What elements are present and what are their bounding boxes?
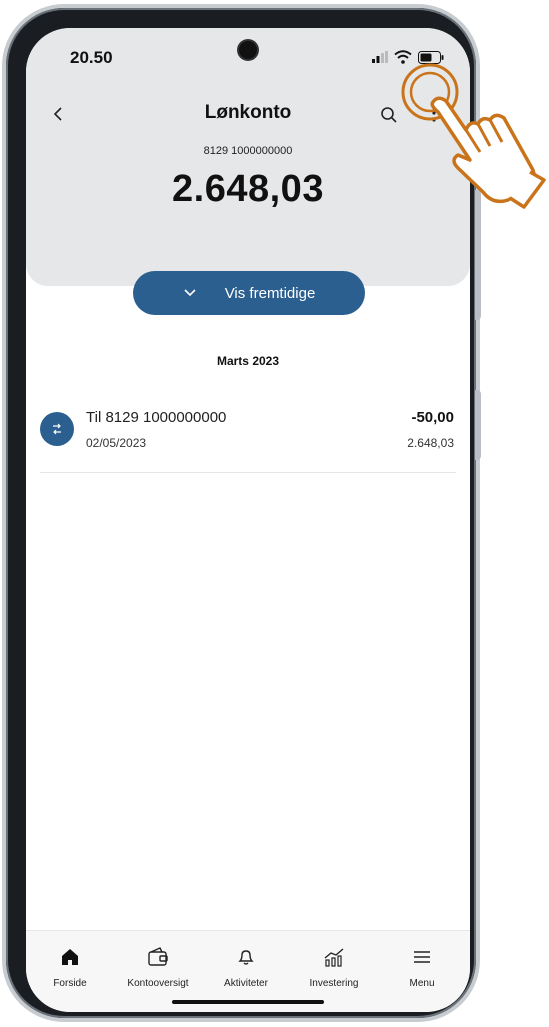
show-future-label: Vis fremtidige bbox=[224, 284, 316, 302]
menu-icon bbox=[414, 951, 430, 963]
home-indicator bbox=[172, 1000, 324, 1004]
transaction-amount: -50,00 bbox=[411, 409, 454, 426]
nav-label: Aktiviteter bbox=[224, 978, 268, 989]
nav-label: Kontooversigt bbox=[127, 978, 189, 989]
transaction-row[interactable]: Til 8129 1000000000 02/05/2023 -50,00 2.… bbox=[40, 406, 456, 473]
nav-item-kontooversigt[interactable]: Kontooversigt bbox=[114, 947, 202, 989]
nav-label: Investering bbox=[309, 978, 359, 989]
status-time: 20.50 bbox=[70, 48, 113, 67]
nav-item-aktiviteter[interactable]: Aktiviteter bbox=[202, 947, 290, 989]
month-heading: Marts 2023 bbox=[216, 354, 280, 368]
nav-label: Menu bbox=[409, 978, 435, 989]
nav-item-menu[interactable]: Menu bbox=[378, 947, 466, 989]
front-camera bbox=[239, 41, 257, 59]
nav-item-investering[interactable]: Investering bbox=[290, 947, 378, 989]
nav-label: Forside bbox=[53, 978, 87, 989]
transaction-title: Til 8129 1000000000 bbox=[86, 409, 227, 426]
transaction-balance: 2.648,03 bbox=[407, 436, 454, 450]
pointing-hand-icon bbox=[401, 63, 546, 209]
power-button bbox=[475, 390, 481, 460]
transaction-date: 02/05/2023 bbox=[86, 436, 147, 450]
transfer-icon bbox=[40, 412, 74, 446]
nav-item-forside[interactable]: Forside bbox=[26, 947, 114, 989]
wallet-icon bbox=[148, 947, 168, 966]
show-future-button[interactable]: Vis fremtidige bbox=[133, 271, 365, 315]
bell-icon bbox=[238, 950, 254, 965]
chevron-down-icon bbox=[184, 289, 196, 297]
home-icon bbox=[62, 949, 78, 965]
chart-icon bbox=[324, 948, 344, 967]
